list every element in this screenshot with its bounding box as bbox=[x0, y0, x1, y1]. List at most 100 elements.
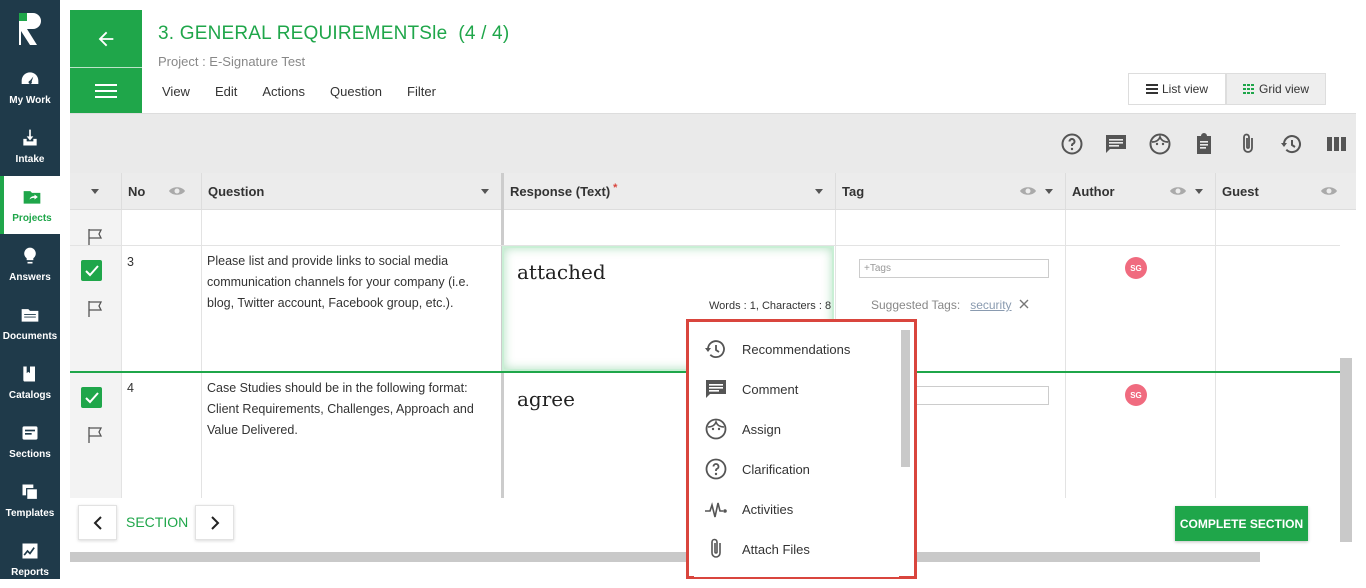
flag-icon[interactable] bbox=[86, 228, 106, 246]
suggested-tags-label: Suggested Tags: bbox=[871, 298, 961, 312]
question-text[interactable]: Case Studies should be in the following … bbox=[207, 378, 474, 441]
eye-icon[interactable] bbox=[1320, 185, 1338, 197]
check-icon bbox=[84, 391, 99, 403]
col-guest[interactable]: Guest bbox=[1215, 173, 1356, 210]
hamburger-menu-button[interactable] bbox=[70, 68, 142, 113]
comment-icon[interactable] bbox=[1104, 132, 1128, 156]
nav-sections[interactable]: Sections bbox=[0, 412, 60, 470]
suggested-tag-link[interactable]: security bbox=[970, 298, 1011, 312]
col-question-label: Question bbox=[208, 184, 265, 199]
col-response[interactable]: Response (Text) * bbox=[501, 173, 835, 210]
question-line: communication channels for your company … bbox=[207, 275, 469, 289]
required-mark: * bbox=[613, 181, 618, 194]
horizontal-scrollbar[interactable] bbox=[70, 552, 1260, 562]
nav-my-work[interactable]: My Work bbox=[0, 58, 60, 116]
nav-templates[interactable]: Templates bbox=[0, 471, 60, 529]
left-nav: My Work Intake Projects Answers Document… bbox=[0, 0, 60, 579]
question-text[interactable]: Please list and provide links to social … bbox=[207, 251, 469, 314]
select-all-dropdown[interactable] bbox=[70, 173, 121, 210]
col-guest-label: Guest bbox=[1222, 184, 1259, 199]
menu-item-label: Activities bbox=[742, 501, 794, 517]
menu-item-assign[interactable]: Assign bbox=[694, 409, 899, 449]
col-tag[interactable]: Tag bbox=[835, 173, 1065, 210]
menu-item-comment[interactable]: Comment bbox=[694, 369, 899, 409]
menu-actions[interactable]: Actions bbox=[262, 84, 305, 99]
back-button[interactable] bbox=[70, 10, 142, 68]
menu-filter[interactable]: Filter bbox=[407, 84, 436, 99]
menu-edit[interactable]: Edit bbox=[215, 84, 237, 99]
tags-input[interactable]: +Tags bbox=[859, 259, 1049, 278]
chart-icon bbox=[22, 543, 38, 558]
face-icon[interactable] bbox=[1148, 132, 1172, 156]
caret-down-icon[interactable] bbox=[481, 189, 489, 194]
menu-item-label: Clarification bbox=[742, 461, 810, 477]
popup-scrollbar[interactable] bbox=[901, 330, 910, 467]
columns-icon[interactable] bbox=[1324, 132, 1348, 156]
sections-icon bbox=[22, 425, 38, 440]
menu-view[interactable]: View bbox=[162, 84, 190, 99]
row-checkbox[interactable] bbox=[81, 387, 102, 408]
nav-projects[interactable]: Projects bbox=[0, 176, 60, 234]
nav-intake[interactable]: Intake bbox=[0, 117, 60, 175]
nav-label: Templates bbox=[5, 507, 55, 519]
paperclip-icon[interactable] bbox=[1236, 132, 1260, 156]
nav-label: My Work bbox=[9, 94, 51, 106]
menu-item-recommendations[interactable]: Recommendations bbox=[694, 329, 899, 369]
complete-section-button[interactable]: COMPLETE SECTION bbox=[1175, 506, 1308, 541]
caret-down-icon[interactable] bbox=[1195, 189, 1203, 194]
comment-icon bbox=[706, 380, 726, 398]
menu-item-activities[interactable]: Activities bbox=[694, 489, 899, 529]
caret-down-icon bbox=[91, 189, 99, 194]
eye-icon[interactable] bbox=[1169, 185, 1187, 197]
vertical-scrollbar[interactable] bbox=[1340, 358, 1352, 542]
grid-icon bbox=[1242, 84, 1254, 94]
grid-view-label: Grid view bbox=[1258, 82, 1309, 96]
menu-item-attach-files[interactable]: Attach Files bbox=[694, 529, 899, 569]
eye-icon[interactable] bbox=[1019, 185, 1037, 197]
flag-icon[interactable] bbox=[86, 300, 106, 318]
col-response-label: Response (Text) bbox=[510, 184, 611, 199]
nav-catalogs[interactable]: Catalogs bbox=[0, 353, 60, 411]
prev-section-button[interactable] bbox=[78, 505, 117, 540]
nav-answers[interactable]: Answers bbox=[0, 235, 60, 293]
menu-item-clarification[interactable]: Clarification bbox=[694, 449, 899, 489]
nav-label: Reports bbox=[11, 566, 49, 578]
menu-question[interactable]: Question bbox=[330, 84, 382, 99]
response-text[interactable]: attached bbox=[517, 260, 606, 284]
grid-header: No Question Response (Text) * Tag Author… bbox=[70, 173, 1356, 210]
help-circle-icon bbox=[705, 458, 727, 480]
col-no[interactable]: No bbox=[121, 173, 201, 210]
chevron-left-icon bbox=[93, 515, 102, 530]
eye-icon[interactable] bbox=[168, 185, 186, 197]
col-author[interactable]: Author bbox=[1065, 173, 1215, 210]
nav-documents[interactable]: Documents bbox=[0, 294, 60, 352]
caret-down-icon[interactable] bbox=[815, 189, 823, 194]
next-section-button[interactable] bbox=[195, 505, 234, 540]
history-icon[interactable] bbox=[1280, 132, 1304, 156]
clipboard-icon[interactable] bbox=[1192, 132, 1216, 156]
page-title: 3. GENERAL REQUIREMENTSle (4 / 4) bbox=[158, 23, 510, 44]
help-circle-icon[interactable] bbox=[1060, 132, 1084, 156]
question-line: Please list and provide links to social … bbox=[207, 254, 449, 268]
avatar[interactable]: SG bbox=[1125, 384, 1147, 406]
caret-down-icon[interactable] bbox=[1045, 189, 1053, 194]
nav-reports[interactable]: Reports bbox=[0, 530, 60, 588]
app-logo[interactable] bbox=[0, 0, 60, 58]
pulse-icon bbox=[705, 502, 727, 518]
nav-label: Answers bbox=[9, 271, 51, 283]
nav-label: Projects bbox=[12, 212, 52, 224]
check-icon bbox=[84, 264, 99, 276]
nav-label: Catalogs bbox=[8, 389, 52, 401]
row-checkbox[interactable] bbox=[81, 260, 102, 281]
close-icon[interactable] bbox=[1019, 299, 1029, 309]
response-text[interactable]: agree bbox=[517, 387, 575, 411]
col-question[interactable]: Question bbox=[201, 173, 501, 210]
suggested-tags: Suggested Tags: security bbox=[871, 298, 1029, 312]
menu-item-label: Recommendations bbox=[742, 341, 851, 357]
response-actions-popup: Recommendations Comment Assign Clarifica… bbox=[686, 319, 917, 579]
question-line: Client Requirements, Challenges, Approac… bbox=[207, 402, 474, 416]
list-view-button[interactable]: List view bbox=[1128, 73, 1226, 105]
grid-view-button[interactable]: Grid view bbox=[1226, 73, 1326, 105]
flag-icon[interactable] bbox=[86, 426, 106, 444]
avatar[interactable]: SG bbox=[1125, 257, 1147, 279]
